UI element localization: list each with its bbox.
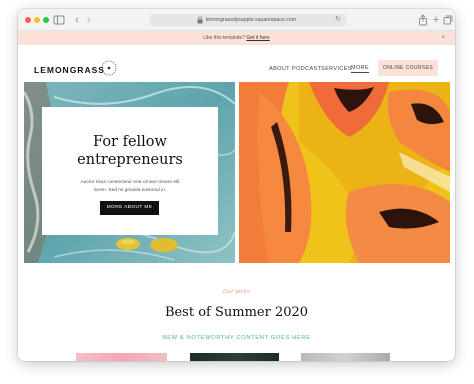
more-about-me-button[interactable]: MORE ABOUT ME (100, 201, 159, 215)
share-icon[interactable] (418, 14, 428, 26)
browser-toolbar: ‹ › lemongrassdysapple.squarespace.com ↻… (18, 9, 455, 31)
section-subtitle: NEW & NOTEWORTHY CONTENT GOES HERE (162, 335, 311, 341)
close-window-button[interactable] (25, 17, 31, 23)
new-tab-icon[interactable]: + (431, 14, 441, 26)
announcement-text: Like this template? (203, 35, 245, 41)
zoom-window-button[interactable] (43, 17, 49, 23)
url-text: lemongrassdysapple.squarespace.com (206, 17, 296, 23)
tabs-overview-icon[interactable] (443, 14, 453, 26)
online-courses-button[interactable]: ONLINE COURSES (378, 60, 438, 76)
minimize-window-button[interactable] (34, 17, 40, 23)
section-title: Best of Summer 2020 (164, 305, 309, 320)
hero-text-card (42, 107, 218, 235)
forward-icon[interactable]: › (85, 14, 93, 26)
lock-icon (197, 16, 203, 24)
post-thumbnail[interactable] (301, 353, 390, 361)
post-thumbnail[interactable] (190, 353, 279, 361)
sidebar-icon[interactable] (53, 14, 65, 26)
post-thumbnail[interactable] (76, 353, 167, 361)
address-bar[interactable]: lemongrassdysapple.squarespace.com ↻ (150, 14, 346, 26)
template-announcement-bar: Like this template? Get it here × (18, 31, 455, 45)
nav-more[interactable]: MORE (351, 64, 370, 73)
site-logo[interactable]: LEMONGRASS (34, 65, 105, 75)
hero-title-line1: For fellow (93, 134, 167, 150)
back-icon[interactable]: ‹ (73, 14, 81, 26)
hero-body-line2: lorem. Sed mi gravida euismod in. (93, 188, 167, 193)
hero-title-line2: entrepreneurs (77, 152, 183, 168)
nav-services[interactable]: SERVICES (321, 64, 352, 74)
nav-podcast[interactable]: PODCAST (292, 64, 321, 74)
browser-window: ‹ › lemongrassdysapple.squarespace.com ↻… (18, 9, 455, 361)
get-template-link[interactable]: Get it here (246, 35, 269, 41)
section-script-heading: Our picks (223, 289, 250, 295)
close-announcement-icon[interactable]: × (441, 31, 445, 45)
hero-body-line1: Auctor risus consectetur erat ornare orn… (80, 180, 180, 185)
reload-icon[interactable]: ↻ (335, 14, 341, 26)
hero-title: For fellow entrepreneurs (42, 133, 218, 169)
logo-badge-icon (101, 60, 117, 76)
hero-papaya-image (239, 82, 450, 263)
nav-about[interactable]: ABOUT (269, 64, 290, 74)
